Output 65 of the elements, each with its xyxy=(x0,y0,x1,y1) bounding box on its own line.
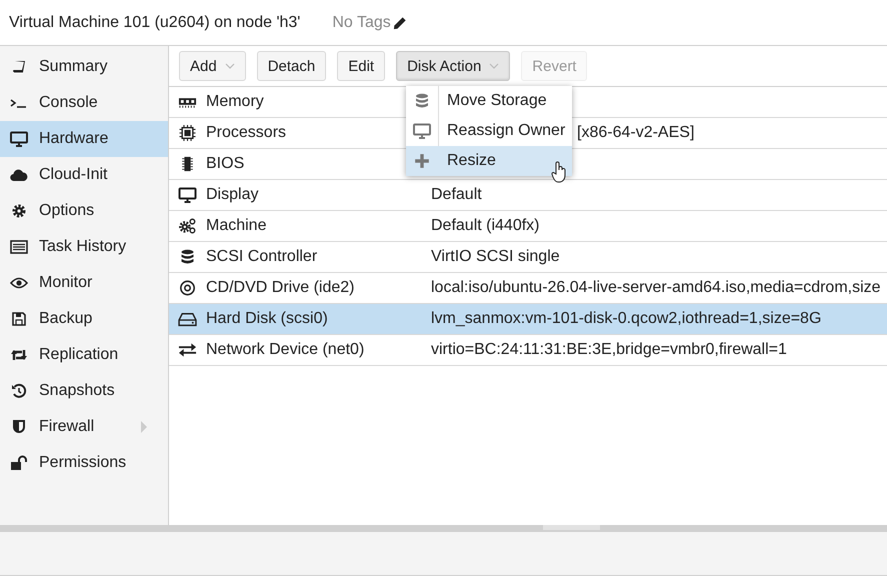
gears-icon xyxy=(178,218,197,234)
plus-icon xyxy=(413,153,431,169)
sidebar-item[interactable]: Task History xyxy=(0,229,168,265)
unlock-icon xyxy=(10,455,28,471)
expand-arrow-icon[interactable] xyxy=(140,420,148,434)
menu-item[interactable]: Move Storage xyxy=(406,86,572,116)
table-cell: Display xyxy=(206,186,258,204)
sidebar-item[interactable]: Firewall xyxy=(0,409,168,445)
shield-icon xyxy=(10,419,28,435)
table-cell: lvm_sanmox:vm-101-disk-0.qcow2,iothread=1,size=8G xyxy=(431,310,822,328)
table-cell: BIOS xyxy=(206,155,244,173)
sidebar-item[interactable]: Snapshots xyxy=(0,373,168,409)
monitor-icon xyxy=(10,131,28,147)
table-cell: Default (i440fx) xyxy=(431,217,540,235)
table-cell: Machine xyxy=(206,217,266,235)
table-cell: VirtIO SCSI single xyxy=(431,248,560,266)
sidebar-item[interactable]: Console xyxy=(0,85,168,121)
table-cell: Memory xyxy=(206,93,264,111)
processor-chip-icon xyxy=(178,125,197,141)
sidebar-item[interactable]: Monitor xyxy=(0,265,168,301)
sidebar-item[interactable]: Hardware xyxy=(0,121,168,157)
retweet-arrows-icon xyxy=(10,347,28,363)
exchange-arrows-icon xyxy=(178,342,197,358)
table-cell: SCSI Controller xyxy=(206,248,318,266)
caret-icon xyxy=(224,63,235,69)
disc-icon xyxy=(178,280,197,296)
history-icon xyxy=(10,383,28,399)
table-row[interactable]: SCSI Controller VirtIO SCSI single xyxy=(169,242,887,273)
table-cell: Processors xyxy=(206,124,286,142)
sidebar-item[interactable]: Permissions xyxy=(0,445,168,481)
sidebar-item[interactable]: Backup xyxy=(0,301,168,337)
list-icon xyxy=(10,239,28,255)
database-icon xyxy=(413,93,431,109)
tags-label: No Tags xyxy=(332,14,391,32)
sidebar-item[interactable]: Cloud-Init xyxy=(0,157,168,193)
table-cell: Hard Disk (scsi0) xyxy=(206,310,328,328)
caret-icon xyxy=(489,63,500,69)
table-row[interactable]: Hard Disk (scsi0) lvm_sanmox:vm-101-disk-0.qcow2,iothread=1,size=8G xyxy=(169,304,887,335)
gear-icon xyxy=(10,203,28,219)
table-row[interactable]: Display Default xyxy=(169,180,887,211)
table-row[interactable]: Machine Default (i440fx) xyxy=(169,211,887,242)
monitor-icon xyxy=(178,187,197,203)
table-cell: virtio=BC:24:11:31:BE:3E,bridge=vmbr0,firewall=1 xyxy=(431,341,787,359)
toolbar-button[interactable]: Detach xyxy=(256,51,326,81)
table-cell: [x86-64-v2-AES] xyxy=(577,124,694,142)
cloud-icon xyxy=(10,167,28,183)
table-cell: Network Device (net0) xyxy=(206,341,364,359)
vm-title: Virtual Machine 101 (u2604) on node 'h3' xyxy=(9,14,300,32)
sidebar-item[interactable]: Replication xyxy=(0,337,168,373)
sidebar-item[interactable]: Summary xyxy=(0,49,168,85)
eye-icon xyxy=(10,275,28,291)
toolbar-button[interactable]: Disk Action xyxy=(396,51,510,81)
pencil-icon[interactable] xyxy=(392,16,407,30)
table-row[interactable]: Network Device (net0) virtio=BC:24:11:31:BE:3E,bridge=vmbr0,firewall=1 xyxy=(169,335,887,366)
menu-item[interactable]: Resize xyxy=(406,146,572,176)
table-cell: local:iso/ubuntu-26.04-live-server-amd64.iso,media=cdrom,size xyxy=(431,279,881,297)
table-cell: Default xyxy=(431,186,482,204)
table-cell: CD/DVD Drive (ide2) xyxy=(206,279,354,297)
toolbar-button[interactable]: Edit xyxy=(337,51,386,81)
toolbar-button[interactable]: Add xyxy=(179,51,246,81)
panel-splitter[interactable] xyxy=(0,525,887,532)
hand-cursor-icon xyxy=(551,161,567,183)
collapse-handle[interactable] xyxy=(543,525,600,530)
monitor-icon xyxy=(413,123,431,139)
sidebar-item[interactable]: Options xyxy=(0,193,168,229)
